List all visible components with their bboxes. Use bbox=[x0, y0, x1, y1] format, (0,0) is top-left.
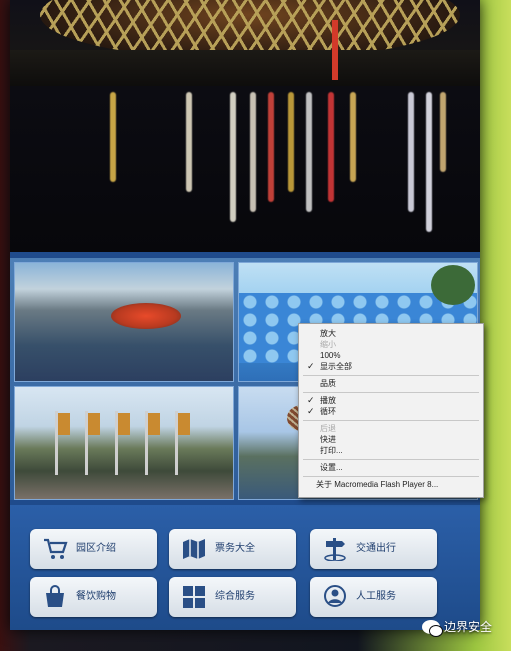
dining-shopping-label: 餐饮购物 bbox=[76, 591, 116, 602]
menu-separator bbox=[303, 375, 479, 376]
flagpole bbox=[115, 411, 130, 475]
light-tower bbox=[332, 20, 338, 80]
reflection bbox=[110, 92, 116, 182]
reflection bbox=[250, 92, 256, 212]
menu-separator bbox=[303, 476, 479, 477]
menu-separator bbox=[303, 459, 479, 460]
general-services-button[interactable]: 综合服务 bbox=[169, 577, 296, 617]
human-service-label: 人工服务 bbox=[356, 591, 396, 602]
checkmark-icon: ✓ bbox=[307, 406, 315, 416]
flagpole bbox=[145, 411, 160, 475]
menu-item-show-all[interactable]: 显示全部 bbox=[320, 361, 352, 372]
stadium-shape bbox=[111, 303, 181, 329]
menu-item-quality[interactable]: 品质 bbox=[320, 378, 336, 389]
reflection bbox=[186, 92, 192, 192]
menu-item-play[interactable]: 播放 bbox=[320, 395, 336, 406]
thumbnail-olympic-park-aerial[interactable] bbox=[14, 262, 234, 382]
dining-shopping-button[interactable]: 餐饮购物 bbox=[30, 577, 157, 617]
menu-item-about-flash[interactable]: 关于 Macromedia Flash Player 8... bbox=[316, 479, 438, 490]
reflection bbox=[426, 92, 432, 232]
grid-icon bbox=[183, 586, 205, 608]
flash-context-menu: 放大 缩小 100% ✓ 显示全部 品质 ✓ 播放 ✓ 循环 后退 快进 打印.… bbox=[298, 323, 484, 498]
transport-label: 交通出行 bbox=[356, 543, 396, 554]
hero-image-bird-nest-night bbox=[10, 0, 480, 252]
checkmark-icon: ✓ bbox=[307, 395, 315, 405]
reflection bbox=[350, 92, 356, 182]
watermark-text: 边界安全 bbox=[444, 620, 493, 634]
menu-item-rewind[interactable]: 后退 bbox=[320, 423, 336, 434]
flagpole bbox=[85, 411, 100, 475]
general-services-label: 综合服务 bbox=[215, 591, 255, 602]
flagpole bbox=[175, 411, 190, 475]
park-intro-button[interactable]: 园区介绍 bbox=[30, 529, 157, 569]
shopping-cart-icon bbox=[44, 538, 68, 559]
transport-button[interactable]: 交通出行 bbox=[310, 529, 437, 569]
menu-separator bbox=[303, 420, 479, 421]
tickets-button[interactable]: 票务大全 bbox=[169, 529, 296, 569]
menu-separator bbox=[303, 392, 479, 393]
menu-item-zoom-out[interactable]: 缩小 bbox=[320, 339, 336, 350]
reflection bbox=[288, 92, 294, 192]
signpost-icon bbox=[324, 538, 346, 561]
kiosk-screen: 园区介绍 票务大全 交通出行 餐饮购物 综合服务 人工服务 bbox=[10, 0, 480, 630]
reflection bbox=[230, 92, 236, 222]
checkmark-icon: ✓ bbox=[307, 361, 315, 371]
flagpole bbox=[55, 411, 70, 475]
wechat-icon bbox=[422, 619, 443, 637]
reflection bbox=[268, 92, 274, 202]
menu-item-100-percent[interactable]: 100% bbox=[320, 350, 340, 361]
skyline bbox=[10, 50, 480, 86]
park-intro-label: 园区介绍 bbox=[76, 543, 116, 554]
menu-item-loop[interactable]: 循环 bbox=[320, 406, 336, 417]
reflection bbox=[306, 92, 312, 212]
reflection bbox=[408, 92, 414, 212]
wechat-watermark: 边界安全 bbox=[422, 618, 493, 637]
menu-item-print[interactable]: 打印... bbox=[320, 445, 343, 456]
reflection bbox=[440, 92, 446, 172]
tree bbox=[431, 265, 475, 305]
service-button-panel: 园区介绍 票务大全 交通出行 餐饮购物 综合服务 人工服务 bbox=[10, 505, 480, 630]
shopping-bag-icon bbox=[46, 585, 64, 607]
thumbnail-flag-plaza[interactable] bbox=[14, 386, 234, 500]
menu-item-zoom-in[interactable]: 放大 bbox=[320, 328, 336, 339]
menu-item-forward[interactable]: 快进 bbox=[320, 434, 336, 445]
tickets-label: 票务大全 bbox=[215, 543, 255, 554]
person-service-icon bbox=[324, 585, 346, 607]
human-service-button[interactable]: 人工服务 bbox=[310, 577, 437, 617]
map-icon bbox=[183, 539, 205, 559]
reflection bbox=[328, 92, 334, 202]
menu-item-settings[interactable]: 设置... bbox=[320, 462, 343, 473]
